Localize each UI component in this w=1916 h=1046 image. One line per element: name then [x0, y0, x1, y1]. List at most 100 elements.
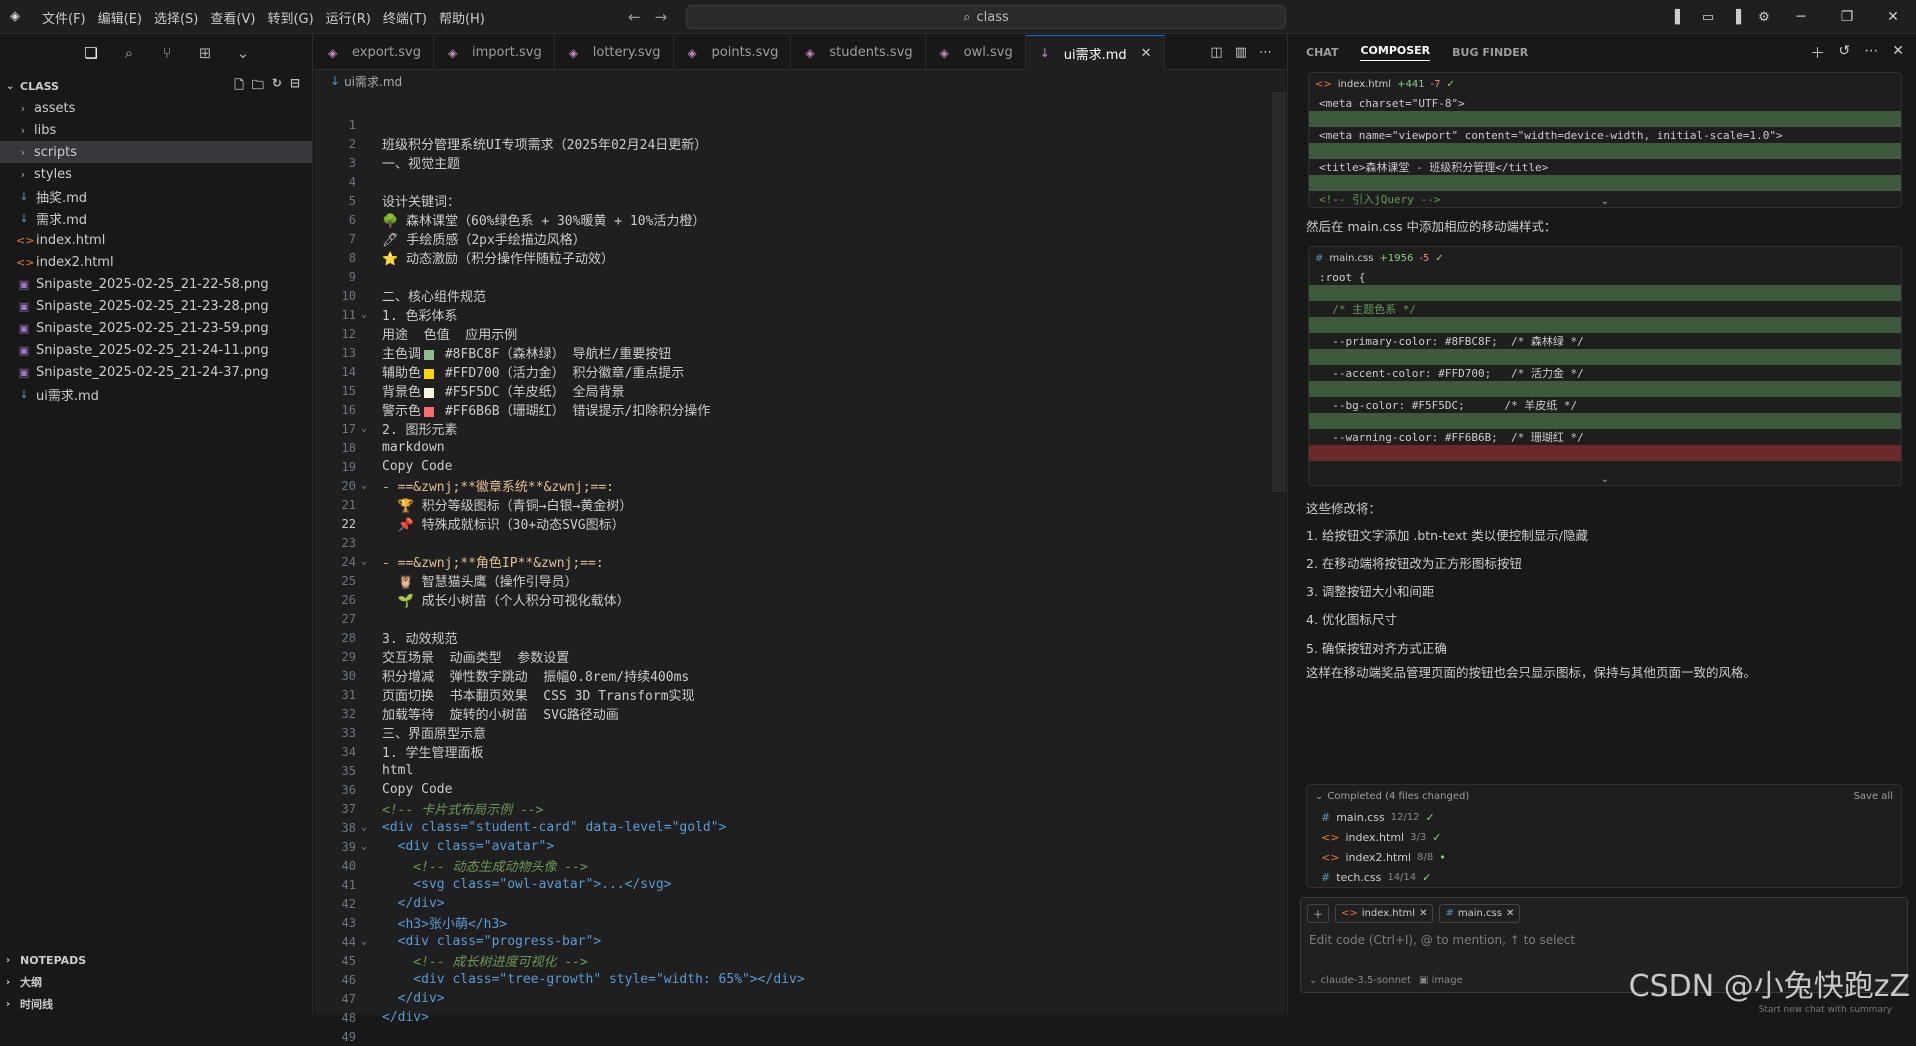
menu-run[interactable]: 运行(R): [320, 8, 377, 27]
changed-file-row[interactable]: <>index.html3/3✓: [1307, 827, 1901, 847]
tree-file[interactable]: ↓抽奖.md: [0, 185, 312, 207]
restore-icon[interactable]: ❐: [1824, 9, 1870, 25]
chevron-right-icon: ›: [16, 168, 30, 181]
fold-chevron-icon[interactable]: ⌄: [356, 936, 372, 947]
more-views-chevron-icon[interactable]: ⌄: [224, 44, 262, 62]
code-editor[interactable]: 12班级积分管理系统UI专项需求（2025年02月24日更新）3一、视觉主题45…: [314, 115, 1286, 1046]
split-editor-icon[interactable]: ▥: [1235, 45, 1247, 60]
toggle-panel-icon[interactable]: ▭: [1694, 10, 1722, 25]
line-content: 辅助色: [382, 366, 421, 381]
open-preview-icon[interactable]: ◫: [1210, 45, 1222, 60]
more-actions-icon[interactable]: ⋯: [1259, 45, 1272, 60]
changed-file-row[interactable]: #main.css12/12✓: [1307, 807, 1901, 827]
new-folder-icon[interactable]: 🗀: [252, 76, 264, 97]
changed-file-row[interactable]: #tech.css14/14✓: [1307, 867, 1901, 887]
completed-header[interactable]: ⌄ Completed (4 files changed) Save all: [1307, 785, 1901, 807]
image-attach-button[interactable]: ▣ image: [1419, 975, 1463, 986]
collapse-all-icon[interactable]: ⊟: [290, 76, 300, 97]
tree-file[interactable]: <>index.html: [0, 229, 312, 251]
command-center-search[interactable]: ⌕ class: [686, 5, 1286, 29]
section-timeline[interactable]: ›时间线: [0, 993, 313, 1015]
tree-file[interactable]: ▣Snipaste_2025-02-25_21-23-59.png: [0, 317, 312, 339]
changed-file-row[interactable]: <>index2.html8/8•: [1307, 847, 1901, 867]
fold-chevron-icon[interactable]: ⌄: [356, 480, 372, 491]
new-chat-hint[interactable]: Start new chat with summary: [1759, 1005, 1892, 1015]
menu-go[interactable]: 转到(G): [261, 8, 319, 27]
save-all-button[interactable]: Save all: [1854, 791, 1893, 802]
toggle-secondary-sidebar-icon[interactable]: ▐: [1722, 10, 1750, 25]
tree-folder[interactable]: ›scripts: [0, 141, 312, 163]
history-icon[interactable]: ↺: [1839, 43, 1851, 63]
diff-file-name[interactable]: index.html: [1338, 79, 1391, 90]
breadcrumb[interactable]: ↓ ui需求.md: [314, 70, 1286, 92]
diff-file-name[interactable]: main.css: [1329, 253, 1373, 264]
menu-view[interactable]: 查看(V): [204, 8, 261, 27]
tab-points-svg[interactable]: ◈points.svg: [674, 35, 792, 70]
fold-chevron-icon[interactable]: ⌄: [356, 841, 372, 852]
forward-arrow-icon[interactable]: →: [655, 8, 668, 26]
tree-folder[interactable]: ›assets: [0, 97, 312, 119]
tab-composer[interactable]: COMPOSER: [1360, 44, 1430, 61]
fold-chevron-icon[interactable]: ⌄: [356, 556, 372, 567]
tab-chat[interactable]: CHAT: [1306, 46, 1338, 59]
section-notepads[interactable]: ›NOTEPADS: [0, 949, 313, 971]
tree-file[interactable]: <>index2.html: [0, 251, 312, 273]
menu-edit[interactable]: 编辑(E): [92, 8, 148, 27]
line-number: 37: [314, 802, 356, 816]
source-control-icon[interactable]: ⑂: [148, 44, 186, 62]
remove-chip-icon[interactable]: ✕: [1419, 908, 1427, 919]
image-file-icon: ▣: [16, 278, 32, 291]
settings-gear-icon[interactable]: ⚙: [1750, 10, 1778, 25]
tab-ui-requirements-md[interactable]: ↓ui需求.md✕: [1026, 35, 1165, 70]
search-view-icon[interactable]: ⌕: [110, 44, 148, 62]
tree-folder[interactable]: ›styles: [0, 163, 312, 185]
tree-file[interactable]: ▣Snipaste_2025-02-25_21-22-58.png: [0, 273, 312, 295]
editor-scrollbar[interactable]: [1272, 92, 1286, 492]
section-label: NOTEPADS: [20, 954, 86, 967]
add-context-button[interactable]: ＋: [1307, 904, 1329, 923]
tree-file[interactable]: ↓ui需求.md: [0, 383, 312, 405]
tab-export-svg[interactable]: ◈export.svg: [314, 35, 434, 70]
tab-lottery-svg[interactable]: ◈lottery.svg: [555, 35, 674, 70]
tab-students-svg[interactable]: ◈students.svg: [791, 35, 925, 70]
back-arrow-icon[interactable]: ←: [628, 8, 641, 26]
close-window-icon[interactable]: ✕: [1870, 9, 1916, 25]
tree-file[interactable]: ↓需求.md: [0, 207, 312, 229]
tree-file[interactable]: ▣Snipaste_2025-02-25_21-23-28.png: [0, 295, 312, 317]
context-chip-index-html[interactable]: <>index.html✕: [1335, 904, 1433, 923]
section-outline[interactable]: ›大纲: [0, 971, 313, 993]
menu-selection[interactable]: 选择(S): [148, 8, 204, 27]
composer-input[interactable]: Edit code (Ctrl+I), @ to mention, ↑ to s…: [1301, 929, 1907, 951]
toggle-sidebar-icon[interactable]: ▌: [1666, 10, 1694, 25]
close-tab-icon[interactable]: ✕: [1141, 46, 1152, 61]
ai-panel: CHAT COMPOSER BUG FINDER ＋ ↺ ⋯ ✕ <> inde…: [1287, 35, 1916, 1015]
menu-file[interactable]: 文件(F): [36, 8, 92, 27]
close-panel-icon[interactable]: ✕: [1892, 43, 1904, 63]
expand-chevron-icon[interactable]: ⌄: [1309, 196, 1901, 207]
tab-import-svg[interactable]: ◈import.svg: [434, 35, 555, 70]
tree-file[interactable]: ▣Snipaste_2025-02-25_21-24-11.png: [0, 339, 312, 361]
menu-help[interactable]: 帮助(H): [433, 8, 491, 27]
fold-chevron-icon[interactable]: ⌄: [356, 822, 372, 833]
minimize-icon[interactable]: ─: [1778, 9, 1824, 25]
tree-file[interactable]: ▣Snipaste_2025-02-25_21-24-37.png: [0, 361, 312, 383]
new-chat-plus-icon[interactable]: ＋: [1811, 43, 1825, 63]
remove-chip-icon[interactable]: ✕: [1506, 908, 1514, 919]
model-selector[interactable]: ⌄ claude-3.5-sonnet: [1309, 975, 1411, 986]
expand-chevron-icon[interactable]: ⌄: [1309, 474, 1901, 485]
fold-chevron-icon[interactable]: ⌄: [356, 423, 372, 434]
tree-folder[interactable]: ›libs: [0, 119, 312, 141]
refresh-icon[interactable]: ↻: [272, 76, 282, 97]
files-icon[interactable]: ❏: [72, 44, 110, 62]
more-icon[interactable]: ⋯: [1864, 43, 1878, 63]
code-line: 3一、视觉主题: [314, 153, 1286, 172]
explorer-root-header[interactable]: ⌄ CLASS 🗋 🗀 ↻ ⊟: [0, 75, 312, 97]
fold-chevron-icon[interactable]: ⌄: [356, 309, 372, 320]
tab-owl-svg[interactable]: ◈owl.svg: [926, 35, 1026, 70]
extensions-icon[interactable]: ⊞: [186, 44, 224, 62]
menu-terminal[interactable]: 终端(T): [377, 8, 433, 27]
tab-bug-finder[interactable]: BUG FINDER: [1452, 46, 1528, 59]
new-file-icon[interactable]: 🗋: [234, 76, 244, 97]
markdown-file-icon: ↓: [16, 388, 32, 401]
context-chip-main-css[interactable]: #main.css✕: [1439, 904, 1520, 923]
